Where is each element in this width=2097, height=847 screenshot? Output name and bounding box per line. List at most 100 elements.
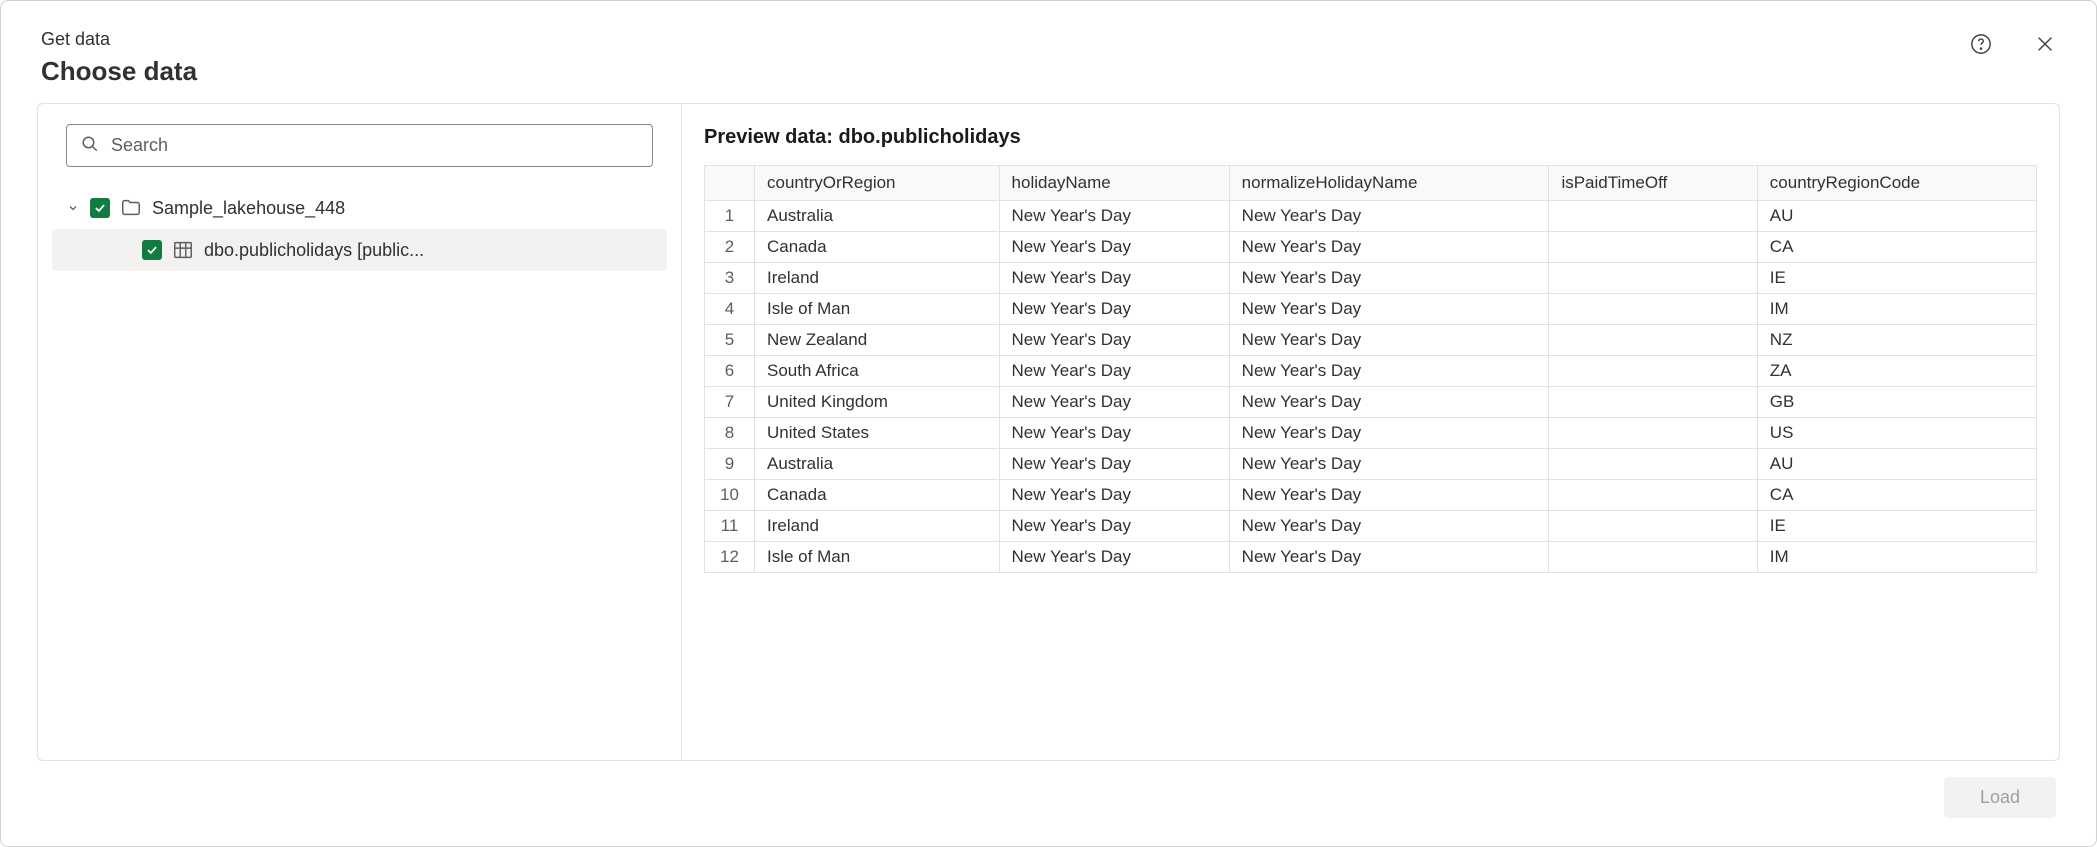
tree-item-table-label: dbo.publicholidays [public... bbox=[204, 240, 424, 261]
table-cell: Australia bbox=[755, 201, 1000, 232]
row-number-cell: 8 bbox=[705, 418, 755, 449]
table-cell: IM bbox=[1757, 294, 2036, 325]
table-cell: New Year's Day bbox=[999, 511, 1229, 542]
table-row[interactable]: 4Isle of ManNew Year's DayNew Year's Day… bbox=[705, 294, 2037, 325]
table-cell: New Year's Day bbox=[1229, 418, 1549, 449]
table-cell bbox=[1549, 449, 1757, 480]
help-icon bbox=[1970, 33, 1992, 58]
table-cell bbox=[1549, 356, 1757, 387]
search-input[interactable] bbox=[111, 135, 638, 156]
dialog-header: Get data Choose data bbox=[1, 1, 2096, 103]
table-cell: United States bbox=[755, 418, 1000, 449]
table-cell: Isle of Man bbox=[755, 294, 1000, 325]
tree-item-table[interactable]: dbo.publicholidays [public... bbox=[52, 229, 667, 271]
row-number-cell: 11 bbox=[705, 511, 755, 542]
preview-table[interactable]: countryOrRegion holidayName normalizeHol… bbox=[704, 165, 2037, 573]
tree: Sample_lakehouse_448 dbo.public bbox=[52, 181, 667, 277]
table-cell: New Year's Day bbox=[999, 449, 1229, 480]
row-number-cell: 6 bbox=[705, 356, 755, 387]
table-header: countryOrRegion holidayName normalizeHol… bbox=[705, 166, 2037, 201]
table-cell: IE bbox=[1757, 263, 2036, 294]
table-cell bbox=[1549, 263, 1757, 294]
table-cell: US bbox=[1757, 418, 2036, 449]
table-row[interactable]: 10CanadaNew Year's DayNew Year's DayCA bbox=[705, 480, 2037, 511]
table-cell bbox=[1549, 418, 1757, 449]
table-cell: New Year's Day bbox=[1229, 387, 1549, 418]
table-cell: New Year's Day bbox=[999, 294, 1229, 325]
search-container bbox=[66, 124, 653, 167]
navigator-pane: Sample_lakehouse_448 dbo.public bbox=[38, 104, 682, 760]
table-row[interactable]: 11IrelandNew Year's DayNew Year's DayIE bbox=[705, 511, 2037, 542]
table-row[interactable]: 1AustraliaNew Year's DayNew Year's DayAU bbox=[705, 201, 2037, 232]
table-row[interactable]: 9AustraliaNew Year's DayNew Year's DayAU bbox=[705, 449, 2037, 480]
column-header[interactable]: isPaidTimeOff bbox=[1549, 166, 1757, 201]
table-cell: South Africa bbox=[755, 356, 1000, 387]
table-cell: New Year's Day bbox=[999, 232, 1229, 263]
table-cell: New Year's Day bbox=[1229, 480, 1549, 511]
table-row[interactable]: 8United StatesNew Year's DayNew Year's D… bbox=[705, 418, 2037, 449]
table-row[interactable]: 12Isle of ManNew Year's DayNew Year's Da… bbox=[705, 542, 2037, 573]
column-header[interactable]: holidayName bbox=[999, 166, 1229, 201]
table-icon bbox=[172, 239, 194, 261]
page-title: Choose data bbox=[41, 56, 197, 87]
row-number-cell: 1 bbox=[705, 201, 755, 232]
table-cell: New Year's Day bbox=[999, 387, 1229, 418]
preview-title: Preview data: dbo.publicholidays bbox=[704, 126, 2037, 149]
breadcrumb: Get data bbox=[41, 29, 197, 50]
table-cell bbox=[1549, 387, 1757, 418]
table-cell: New Year's Day bbox=[1229, 542, 1549, 573]
load-button[interactable]: Load bbox=[1944, 777, 2056, 818]
table-cell: New Zealand bbox=[755, 325, 1000, 356]
close-button[interactable] bbox=[2034, 33, 2056, 58]
row-number-cell: 9 bbox=[705, 449, 755, 480]
table-cell bbox=[1549, 201, 1757, 232]
row-number-cell: 4 bbox=[705, 294, 755, 325]
get-data-dialog: Get data Choose data bbox=[0, 0, 2097, 847]
column-header[interactable]: normalizeHolidayName bbox=[1229, 166, 1549, 201]
table-row[interactable]: 5New ZealandNew Year's DayNew Year's Day… bbox=[705, 325, 2037, 356]
table-cell: New Year's Day bbox=[999, 201, 1229, 232]
table-cell: New Year's Day bbox=[1229, 325, 1549, 356]
table-cell: IM bbox=[1757, 542, 2036, 573]
row-number-header bbox=[705, 166, 755, 201]
column-header[interactable]: countryRegionCode bbox=[1757, 166, 2036, 201]
table-cell: New Year's Day bbox=[1229, 294, 1549, 325]
dialog-body: Sample_lakehouse_448 dbo.public bbox=[37, 103, 2060, 761]
table-cell: CA bbox=[1757, 480, 2036, 511]
table-cell: IE bbox=[1757, 511, 2036, 542]
table-cell: New Year's Day bbox=[999, 325, 1229, 356]
checkbox-table[interactable] bbox=[142, 240, 162, 260]
search-icon bbox=[81, 135, 99, 156]
checkbox-root[interactable] bbox=[90, 198, 110, 218]
table-body: 1AustraliaNew Year's DayNew Year's DayAU… bbox=[705, 201, 2037, 573]
table-cell: Ireland bbox=[755, 511, 1000, 542]
help-button[interactable] bbox=[1970, 33, 1992, 58]
table-cell: Canada bbox=[755, 232, 1000, 263]
table-cell bbox=[1549, 511, 1757, 542]
chevron-down-icon[interactable] bbox=[66, 202, 80, 214]
tree-item-root[interactable]: Sample_lakehouse_448 bbox=[52, 187, 667, 229]
table-row[interactable]: 6South AfricaNew Year's DayNew Year's Da… bbox=[705, 356, 2037, 387]
table-cell: New Year's Day bbox=[1229, 511, 1549, 542]
row-number-cell: 5 bbox=[705, 325, 755, 356]
row-number-cell: 7 bbox=[705, 387, 755, 418]
table-cell bbox=[1549, 294, 1757, 325]
table-cell: Isle of Man bbox=[755, 542, 1000, 573]
table-cell: New Year's Day bbox=[999, 418, 1229, 449]
table-cell: GB bbox=[1757, 387, 2036, 418]
table-cell bbox=[1549, 542, 1757, 573]
column-header[interactable]: countryOrRegion bbox=[755, 166, 1000, 201]
row-number-cell: 3 bbox=[705, 263, 755, 294]
table-row[interactable]: 3IrelandNew Year's DayNew Year's DayIE bbox=[705, 263, 2037, 294]
table-cell: ZA bbox=[1757, 356, 2036, 387]
table-row[interactable]: 7United KingdomNew Year's DayNew Year's … bbox=[705, 387, 2037, 418]
table-cell: Australia bbox=[755, 449, 1000, 480]
table-cell bbox=[1549, 480, 1757, 511]
dialog-footer: Load bbox=[1, 777, 2096, 846]
table-cell: AU bbox=[1757, 449, 2036, 480]
row-number-cell: 12 bbox=[705, 542, 755, 573]
table-cell: CA bbox=[1757, 232, 2036, 263]
table-row[interactable]: 2CanadaNew Year's DayNew Year's DayCA bbox=[705, 232, 2037, 263]
table-cell bbox=[1549, 232, 1757, 263]
table-cell: United Kingdom bbox=[755, 387, 1000, 418]
